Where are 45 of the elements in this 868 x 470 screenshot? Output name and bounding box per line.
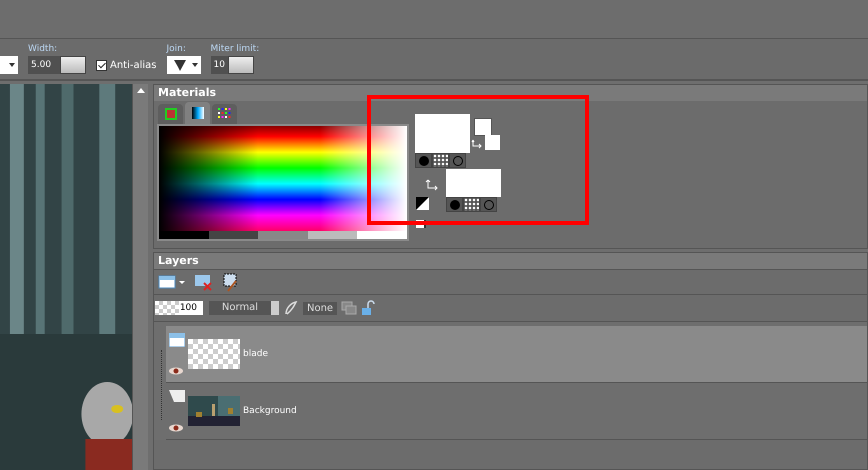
width-field[interactable]: 5.00 xyxy=(28,56,60,74)
dropdown[interactable] xyxy=(0,56,18,74)
raster-layer-icon xyxy=(169,333,185,347)
join-label: Join: xyxy=(166,44,187,54)
eye-icon[interactable] xyxy=(169,424,183,432)
color-spectrum[interactable] xyxy=(157,124,409,241)
link-icon[interactable] xyxy=(283,300,299,316)
swap-icon[interactable] xyxy=(425,179,439,193)
delete-layer-icon[interactable] xyxy=(194,273,214,291)
new-layer-icon[interactable] xyxy=(158,274,186,290)
color-swatch[interactable] xyxy=(485,135,500,150)
panel-title: Layers xyxy=(154,253,867,269)
blend-mode-dropdown[interactable]: Normal xyxy=(209,301,271,315)
swatches-icon xyxy=(218,108,232,120)
miter-limit-field[interactable]: 10 xyxy=(210,56,228,74)
layer-row[interactable]: blade xyxy=(166,326,867,383)
lock-icon[interactable] xyxy=(361,300,376,316)
swap-icon[interactable] xyxy=(471,139,483,151)
join-style-icon xyxy=(172,58,188,72)
mask-dropdown[interactable]: None xyxy=(303,302,338,314)
width-label: Width: xyxy=(28,44,58,54)
scrollbar[interactable] xyxy=(132,84,148,470)
spinner-icon[interactable] xyxy=(228,56,254,74)
palette-tab[interactable] xyxy=(212,104,237,124)
opacity-field[interactable]: 100 xyxy=(155,301,203,315)
spectrum-icon xyxy=(192,107,204,119)
material-type-buttons[interactable] xyxy=(415,153,466,168)
material-type-buttons[interactable] xyxy=(446,197,497,212)
layer-name: blade xyxy=(243,349,268,359)
eye-icon[interactable] xyxy=(169,367,183,375)
spinner-icon[interactable] xyxy=(60,56,86,74)
panel-title: Materials xyxy=(154,85,867,101)
color-swatch[interactable] xyxy=(474,118,492,136)
layer-name: Background xyxy=(243,406,297,416)
layer-row[interactable]: Background xyxy=(166,383,867,440)
palette-tab[interactable] xyxy=(185,102,210,124)
join-dropdown[interactable] xyxy=(166,56,201,74)
miter-limit-label: Miter limit: xyxy=(210,44,260,54)
background-swatch[interactable] xyxy=(446,169,501,197)
frame-icon xyxy=(164,108,176,120)
layer-thumbnail xyxy=(188,339,240,369)
anti-alias-checkbox[interactable]: Anti-alias xyxy=(96,56,157,74)
background-layer-icon xyxy=(169,390,185,402)
reset-colors-icon[interactable] xyxy=(416,197,429,210)
foreground-swatch[interactable] xyxy=(415,114,470,153)
